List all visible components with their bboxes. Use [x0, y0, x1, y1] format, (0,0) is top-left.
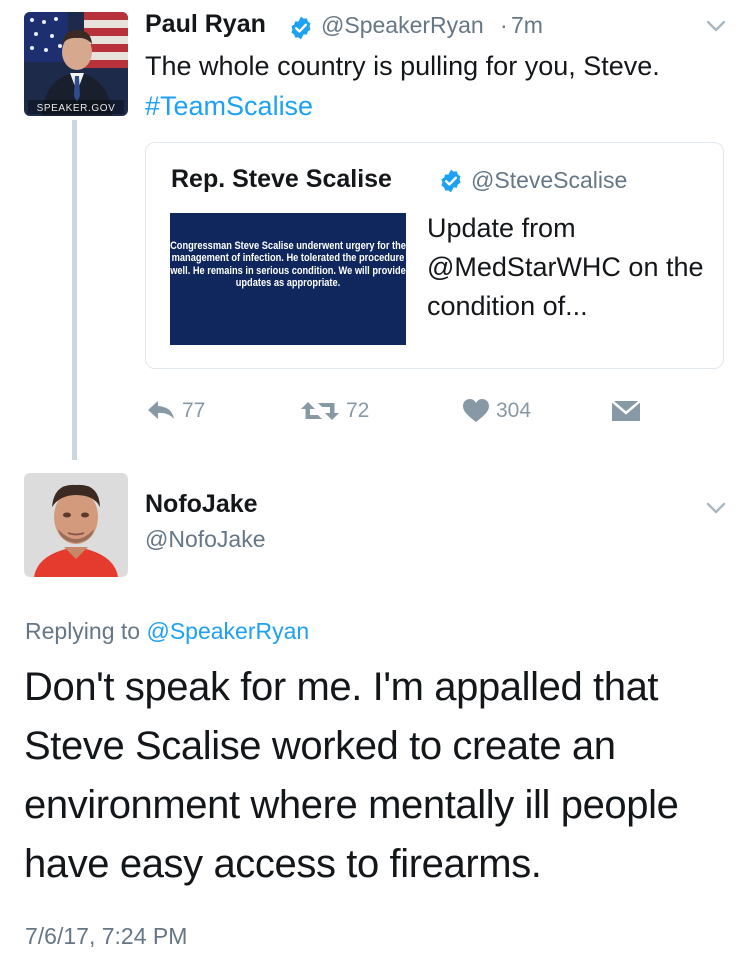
chevron-down-icon[interactable] — [705, 500, 727, 516]
verified-icon — [291, 16, 311, 40]
reply-author-name[interactable]: NofoJake — [145, 490, 258, 519]
reply-author-handle[interactable]: @NofoJake — [145, 526, 266, 553]
avatar-badge: SPEAKER.GOV — [37, 103, 116, 114]
direct-message-icon — [611, 400, 641, 421]
quoted-author-name[interactable]: Rep. Steve Scalise — [171, 165, 392, 194]
quoted-tweet-text: Update from @MedStarWHC on the condition… — [427, 213, 704, 321]
like-count: 304 — [496, 399, 532, 422]
avatar-paul-ryan[interactable]: SPEAKER.GOV — [24, 12, 128, 116]
tweet-text: The whole country is pulling for you, St… — [145, 46, 705, 126]
direct-message-action[interactable] — [611, 396, 641, 426]
avatar-nofojake[interactable] — [24, 473, 128, 577]
verified-icon — [441, 169, 461, 193]
tweet-time[interactable]: 7m — [511, 12, 543, 39]
reply-timestamp[interactable]: 7/6/17, 7:24 PM — [25, 923, 187, 950]
retweet-action[interactable]: 72 — [300, 396, 369, 426]
thread-connector-line — [72, 120, 77, 460]
retweet-count: 72 — [346, 399, 370, 422]
tweet-text-body: The whole country is pulling for you, St… — [145, 51, 660, 81]
author-handle[interactable]: @SpeakerRyan — [321, 12, 484, 39]
reply-text: Don't speak for me. I'm appalled that St… — [24, 665, 679, 886]
quoted-tweet-image[interactable]: Congressman Steve Scalise underwent urge… — [170, 213, 406, 345]
author-name[interactable]: Paul Ryan — [145, 10, 266, 39]
reply-action[interactable]: 77 — [146, 396, 205, 426]
reply-icon — [148, 401, 174, 419]
quoted-tweet-card[interactable]: Rep. Steve Scalise @SteveScalise Congres… — [145, 142, 724, 369]
chevron-down-icon[interactable] — [705, 18, 727, 34]
quoted-author-handle[interactable]: @SteveScalise — [471, 167, 627, 194]
like-action[interactable]: 304 — [462, 396, 531, 426]
replying-to-mention[interactable]: @SpeakerRyan — [146, 618, 309, 644]
retweet-icon — [301, 402, 339, 420]
hashtag-link[interactable]: #TeamScalise — [145, 91, 313, 121]
replying-to-prefix: Replying to — [25, 618, 147, 644]
separator-dot: · — [500, 12, 508, 38]
quoted-image-text: Congressman Steve Scalise underwent urge… — [170, 240, 406, 290]
heart-icon — [463, 399, 489, 422]
replying-to-line: Replying to @SpeakerRyan — [25, 618, 309, 645]
reply-count: 77 — [182, 399, 206, 422]
